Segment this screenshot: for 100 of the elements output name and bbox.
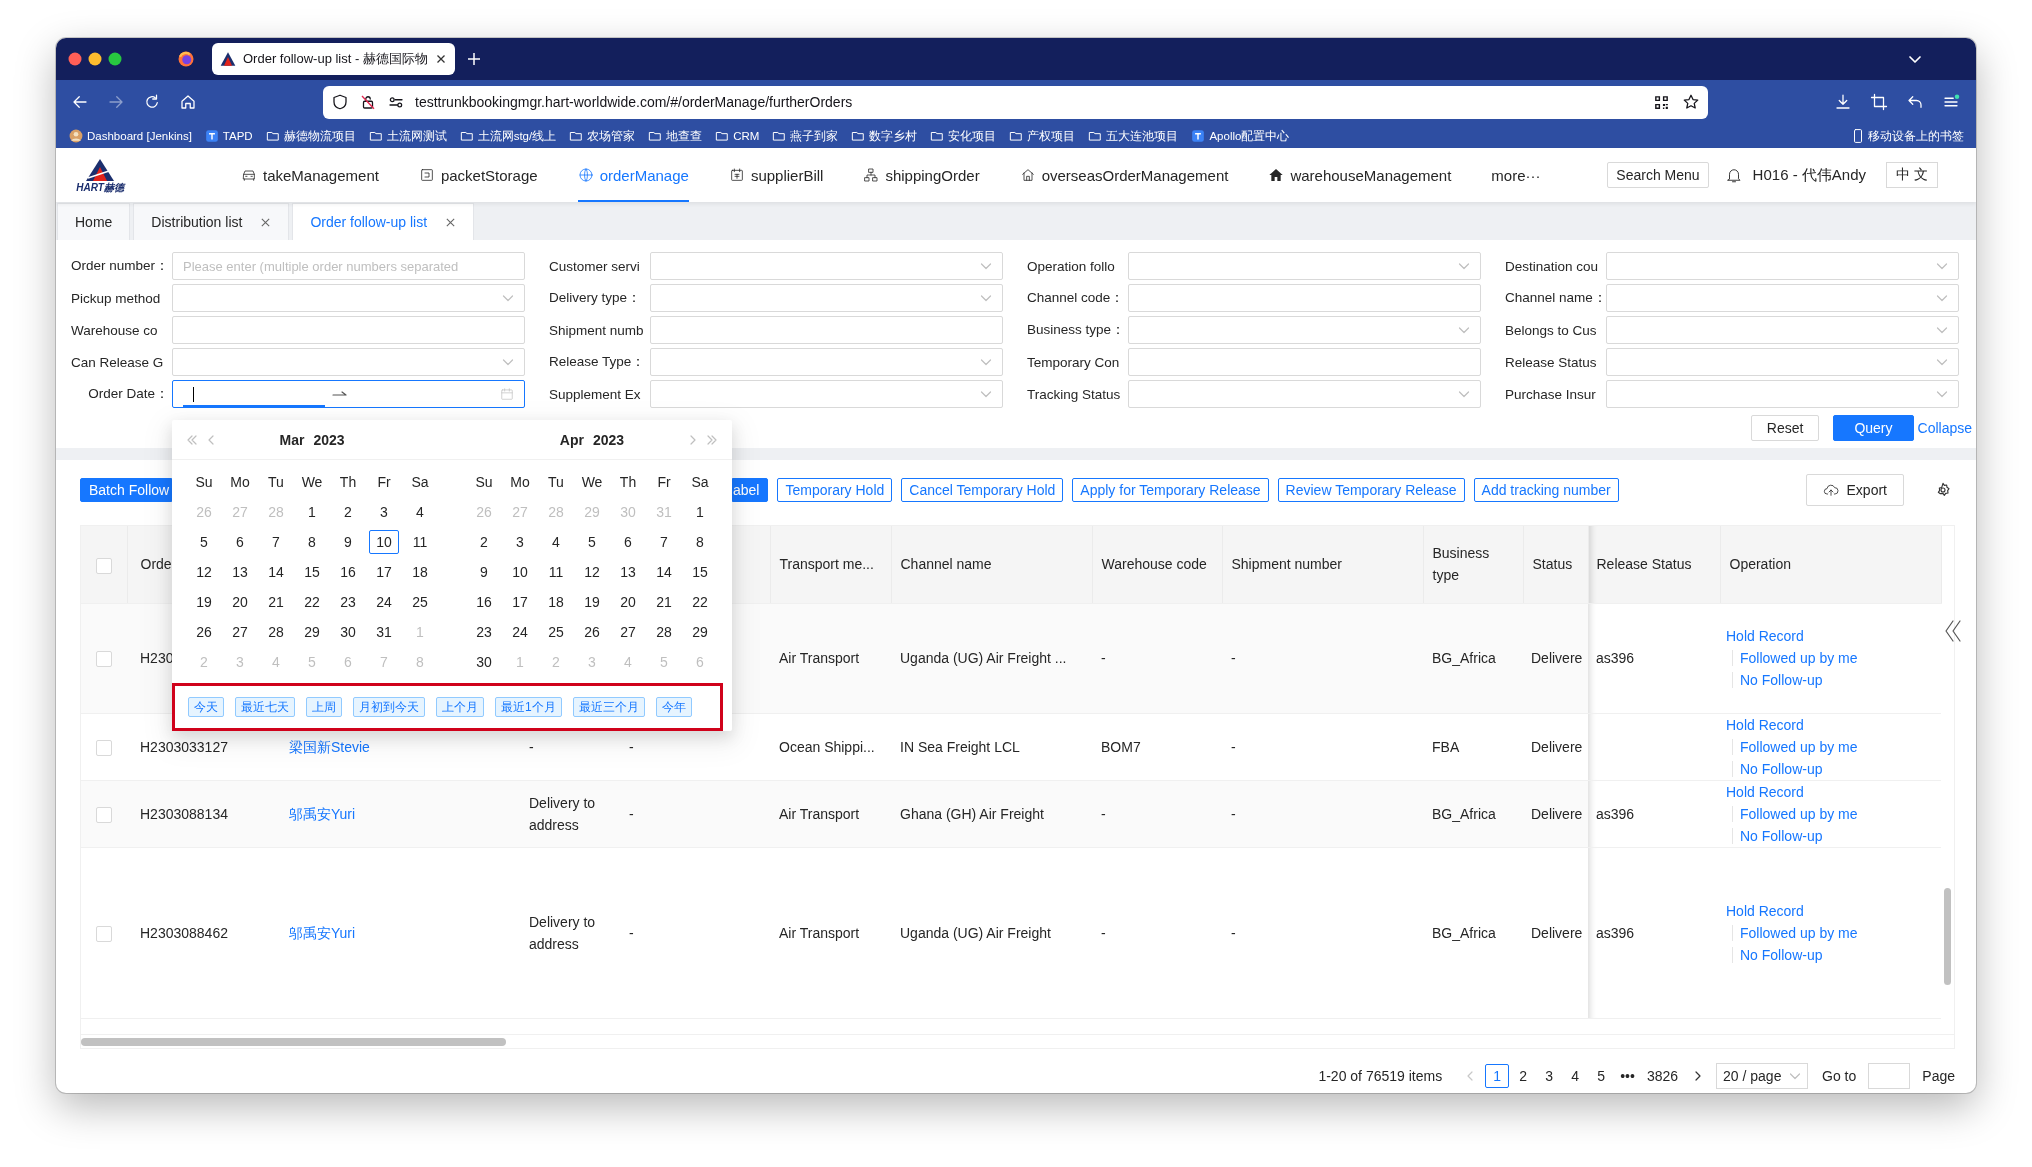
day-cell[interactable]: 20 <box>613 590 643 614</box>
bookmark-item[interactable]: 产权项目 <box>1009 128 1076 144</box>
checkbox[interactable] <box>96 651 112 668</box>
day-cell[interactable]: 4 <box>405 500 435 524</box>
day-cell[interactable]: 14 <box>261 560 291 584</box>
action-link[interactable]: Followed up by me <box>1732 650 1858 666</box>
page-tab[interactable]: Home <box>57 203 131 240</box>
preset-tag[interactable]: 最近七天 <box>235 697 295 717</box>
day-cell[interactable]: 2 <box>469 530 499 554</box>
action-link[interactable]: Hold Record <box>1726 716 1804 733</box>
toolbar-button[interactable]: Temporary Hold <box>777 478 893 502</box>
reload-icon[interactable] <box>143 93 161 111</box>
bookmark-item[interactable]: Apollo配置中心 <box>1191 128 1290 144</box>
address-bar[interactable]: testtrunkbookingmgr.hart-worldwide.com/#/orderManage/furtherOrders <box>323 85 1708 119</box>
action-link[interactable]: Followed up by me <box>1732 805 1858 822</box>
select-field[interactable] <box>650 380 1003 408</box>
day-cell[interactable]: 5 <box>577 530 607 554</box>
day-cell[interactable]: 17 <box>505 590 535 614</box>
back-icon[interactable] <box>71 93 89 111</box>
day-cell[interactable]: 22 <box>685 590 715 614</box>
user-name[interactable]: H016 - 代伟Andy <box>1752 165 1866 185</box>
select-field[interactable] <box>650 348 1003 376</box>
day-cell[interactable]: 9 <box>469 560 499 584</box>
name-link[interactable]: 邬禹安Yuri <box>289 924 356 941</box>
forward-icon[interactable] <box>107 93 125 111</box>
name-link[interactable]: 梁国新Stevie <box>289 738 370 755</box>
page-button[interactable]: 5 <box>1589 1063 1614 1088</box>
bookmark-item[interactable]: 土流网stg/线上 <box>459 128 557 144</box>
toolbar-button[interactable]: Batch Follow <box>80 478 172 502</box>
bookmark-item[interactable]: Dashboard [Jenkins] <box>69 129 192 143</box>
day-cell[interactable]: 15 <box>297 560 327 584</box>
crop-icon[interactable] <box>1870 93 1888 111</box>
window-controls-icon[interactable] <box>68 52 122 66</box>
day-cell[interactable]: 30 <box>469 650 499 674</box>
day-cell[interactable]: 16 <box>333 560 363 584</box>
day-cell[interactable]: 12 <box>577 560 607 584</box>
day-cell[interactable]: 12 <box>189 560 219 584</box>
scrollbar[interactable] <box>81 1037 506 1046</box>
collapse-link[interactable]: Collapse <box>1917 420 1972 436</box>
scrollbar[interactable] <box>1944 888 1951 985</box>
day-cell[interactable]: 1 <box>685 500 715 524</box>
checkbox[interactable] <box>96 806 112 823</box>
action-link[interactable]: No Follow-up <box>1732 946 1823 963</box>
day-cell[interactable]: 2 <box>333 500 363 524</box>
day-cell[interactable]: 26 <box>189 620 219 644</box>
day-cell[interactable]: 7 <box>261 530 291 554</box>
day-cell[interactable]: 24 <box>505 620 535 644</box>
action-link[interactable]: Hold Record <box>1726 902 1804 919</box>
day-cell[interactable]: 3 <box>505 530 535 554</box>
day-cell[interactable]: 23 <box>469 620 499 644</box>
preset-tag[interactable]: 月初到今天 <box>353 697 425 717</box>
day-cell[interactable]: 29 <box>297 620 327 644</box>
select-field[interactable] <box>1606 380 1959 408</box>
page-button[interactable]: 2 <box>1511 1063 1536 1088</box>
nav-item[interactable]: warehouseManagement <box>1268 148 1452 202</box>
preset-tag[interactable]: 今年 <box>655 697 692 717</box>
bookmark-item[interactable]: 数字乡村 <box>851 128 918 144</box>
select-field[interactable] <box>1128 316 1481 344</box>
settings-icon[interactable] <box>1935 482 1951 498</box>
text-field[interactable]: Please enter (multiple order numbers separated <box>172 252 525 280</box>
day-cell[interactable]: 9 <box>333 530 363 554</box>
action-link[interactable]: Hold Record <box>1726 783 1804 800</box>
page-tab[interactable]: Distribution list <box>133 203 290 240</box>
day-cell[interactable]: 10 <box>505 560 535 584</box>
checkbox[interactable] <box>96 925 112 942</box>
bookmark-item[interactable]: 土流网测试 <box>368 128 447 144</box>
year-label[interactable]: 2023 <box>313 431 345 448</box>
double-chevron-left-icon[interactable] <box>1943 618 1963 644</box>
day-cell[interactable]: 13 <box>613 560 643 584</box>
day-cell[interactable]: 16 <box>469 590 499 614</box>
day-cell[interactable]: 14 <box>649 560 679 584</box>
action-link[interactable]: No Follow-up <box>1732 672 1823 688</box>
day-cell[interactable]: 23 <box>333 590 363 614</box>
toolbar-button[interactable]: abel <box>732 478 769 502</box>
select-field[interactable] <box>1606 348 1959 376</box>
year-label[interactable]: 2023 <box>593 431 625 448</box>
language-button[interactable]: 中 文 <box>1886 162 1938 188</box>
select-field[interactable] <box>1128 380 1481 408</box>
page-input[interactable] <box>1868 1062 1911 1089</box>
preset-tag[interactable]: 上周 <box>306 697 342 717</box>
preset-tag[interactable]: 上个月 <box>436 697 484 717</box>
select-field[interactable] <box>1606 284 1959 312</box>
day-cell[interactable]: 11 <box>405 530 435 554</box>
page-button[interactable]: 1 <box>1485 1063 1510 1088</box>
nav-item[interactable]: packetStorage <box>418 148 538 202</box>
day-cell[interactable]: 10 <box>369 530 399 554</box>
day-cell[interactable]: 15 <box>685 560 715 584</box>
reset-button[interactable]: Reset <box>1750 415 1820 441</box>
query-button[interactable]: Query <box>1833 415 1914 441</box>
day-cell[interactable]: 1 <box>297 500 327 524</box>
bookmark-item[interactable]: 农场管家 <box>569 128 636 144</box>
day-cell[interactable]: 8 <box>685 530 715 554</box>
day-cell[interactable]: 19 <box>577 590 607 614</box>
bell-icon[interactable] <box>1724 166 1743 184</box>
page-button[interactable]: 3 <box>1537 1063 1562 1088</box>
page-tab[interactable]: Order follow-up list <box>292 203 475 240</box>
nav-item[interactable]: takeManagement <box>241 148 379 202</box>
day-cell[interactable]: 18 <box>405 560 435 584</box>
browser-tab[interactable]: Order follow-up list - 赫德国际物 <box>212 43 455 75</box>
day-cell[interactable]: 7 <box>649 530 679 554</box>
